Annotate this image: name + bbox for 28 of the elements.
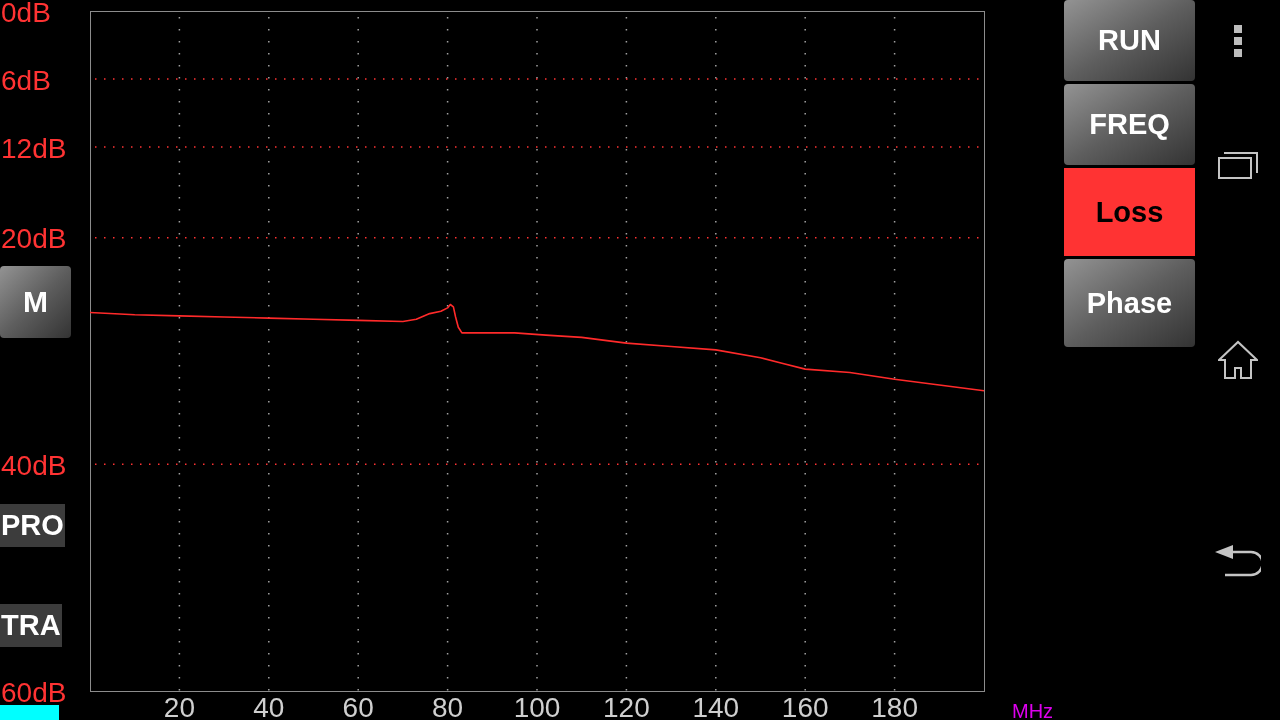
x-tick-label: 100 (513, 692, 561, 720)
x-tick-label: 20 (163, 692, 195, 720)
x-tick-label: 40 (253, 692, 285, 720)
action-button[interactable]: RUN (1064, 0, 1195, 81)
y-tick-label: 12dB (1, 132, 67, 164)
mode-tab[interactable]: Phase (1064, 259, 1195, 347)
y-tick-label: 20dB (1, 223, 67, 255)
x-tick-label: 160 (781, 692, 829, 720)
m-button[interactable]: M (0, 266, 71, 338)
x-tick-label: 60 (342, 692, 374, 720)
menu-icon[interactable] (1233, 25, 1242, 57)
x-tick-label: 140 (692, 692, 740, 720)
x-axis-unit: MHz (1012, 700, 1054, 720)
indicator-bar (0, 705, 59, 720)
y-tick-label: 0dB (1, 0, 51, 28)
y-tick-label: 40dB (1, 449, 67, 481)
action-button[interactable]: FREQ (1064, 84, 1195, 165)
y-tick-label: 6dB (1, 64, 51, 96)
x-tick-label: 120 (603, 692, 650, 720)
overlapping-windows-icon[interactable] (1217, 151, 1258, 179)
mode-tab[interactable]: Loss (1064, 168, 1195, 256)
back-arrow-icon[interactable] (1214, 545, 1261, 577)
x-tick-label: 80 (432, 692, 464, 720)
home-icon[interactable] (1217, 340, 1258, 380)
mode-toggle[interactable]: TRA (0, 604, 62, 647)
x-tick-label: 180 (871, 692, 918, 720)
mode-toggle[interactable]: PRO (0, 504, 65, 547)
y-tick-label: 60dB (1, 676, 67, 708)
